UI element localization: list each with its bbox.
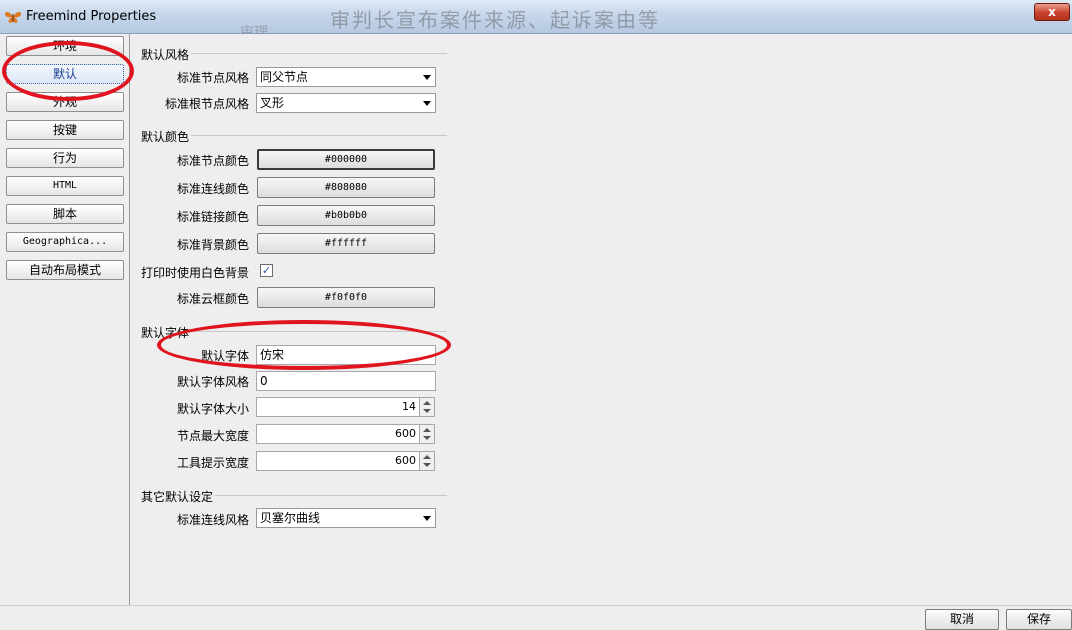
font-size-spinner[interactable]: 14 bbox=[256, 397, 435, 417]
font-style-label: 默认字体风格 bbox=[176, 375, 249, 389]
close-icon: x bbox=[1048, 5, 1056, 19]
butterfly-icon bbox=[5, 12, 21, 23]
nav-button-scripting[interactable]: 脚本 bbox=[6, 204, 124, 224]
section-divider bbox=[191, 53, 447, 54]
section-title-font: 默认字体 bbox=[141, 326, 190, 340]
print-white-background-label: 打印时使用白色背景 bbox=[140, 266, 249, 280]
cancel-button[interactable]: 取消 bbox=[925, 609, 999, 630]
nav-button-html[interactable]: HTML bbox=[6, 176, 124, 196]
font-field[interactable]: 仿宋 bbox=[256, 345, 436, 365]
tooltip-width-label: 工具提示宽度 bbox=[176, 456, 249, 470]
title-bar: Freemind Properties 审判长宣布案件来源、起诉案由等 审理 x bbox=[0, 0, 1072, 41]
spin-up-icon[interactable] bbox=[423, 428, 431, 432]
save-button[interactable]: 保存 bbox=[1006, 609, 1072, 630]
node-style-select[interactable]: 同父节点 bbox=[256, 67, 436, 87]
section-title-style: 默认风格 bbox=[141, 48, 190, 62]
tooltip-width-spinner[interactable]: 600 bbox=[256, 451, 435, 471]
background-color-button[interactable]: #ffffff bbox=[257, 233, 435, 254]
nav-button-keys[interactable]: 按键 bbox=[6, 120, 124, 140]
section-divider bbox=[215, 495, 447, 496]
background-color-label: 标准背景颜色 bbox=[176, 238, 249, 252]
font-label: 默认字体 bbox=[200, 349, 249, 363]
root-style-label: 标准根节点风格 bbox=[164, 97, 249, 111]
root-style-value: 叉形 bbox=[260, 96, 285, 110]
chevron-down-icon bbox=[423, 101, 431, 106]
nav-button-environment[interactable]: 环境 bbox=[6, 36, 124, 56]
nav-button-behavior[interactable]: 行为 bbox=[6, 148, 124, 168]
edge-color-label: 标准连线颜色 bbox=[176, 182, 249, 196]
checkmark-icon: ✓ bbox=[261, 264, 272, 277]
node-style-label: 标准节点风格 bbox=[176, 71, 249, 85]
edge-style-select[interactable]: 贝塞尔曲线 bbox=[256, 508, 436, 528]
spinner-arrows[interactable] bbox=[419, 425, 434, 443]
root-style-select[interactable]: 叉形 bbox=[256, 93, 436, 113]
link-color-label: 标准链接颜色 bbox=[176, 210, 249, 224]
cloud-color-button[interactable]: #f0f0f0 bbox=[257, 287, 435, 308]
link-color-button[interactable]: #b0b0b0 bbox=[257, 205, 435, 226]
background-window-text: 审判长宣布案件来源、起诉案由等 bbox=[330, 8, 660, 32]
spin-up-icon[interactable] bbox=[423, 455, 431, 459]
cloud-color-label: 标准云框颜色 bbox=[176, 292, 249, 306]
spin-down-icon[interactable] bbox=[423, 436, 431, 440]
nav-button-appearance[interactable]: 外观 bbox=[6, 92, 124, 112]
edge-color-button[interactable]: #808080 bbox=[257, 177, 435, 198]
node-color-label: 标准节点颜色 bbox=[176, 154, 249, 168]
edge-style-value: 贝塞尔曲线 bbox=[260, 511, 321, 525]
section-title-colors: 默认颜色 bbox=[141, 130, 190, 144]
defaults-panel: 默认风格 标准节点风格 同父节点 标准根节点风格 叉形 默认颜色 标准节点颜色 … bbox=[131, 34, 1072, 605]
spin-up-icon[interactable] bbox=[423, 401, 431, 405]
nav-button-defaults[interactable]: 默认 bbox=[6, 64, 124, 84]
spinner-arrows[interactable] bbox=[419, 398, 434, 416]
node-max-width-value: 600 bbox=[395, 427, 416, 440]
node-max-width-spinner[interactable]: 600 bbox=[256, 424, 435, 444]
node-color-button[interactable]: #000000 bbox=[257, 149, 435, 170]
window-title: Freemind Properties bbox=[26, 9, 157, 24]
edge-style-label: 标准连线风格 bbox=[176, 513, 249, 527]
font-size-value: 14 bbox=[402, 400, 416, 413]
node-style-value: 同父节点 bbox=[260, 70, 309, 84]
section-title-other: 其它默认设定 bbox=[141, 490, 214, 504]
node-max-width-label: 节点最大宽度 bbox=[176, 429, 249, 443]
font-size-label: 默认字体大小 bbox=[176, 402, 249, 416]
spinner-arrows[interactable] bbox=[419, 452, 434, 470]
spin-down-icon[interactable] bbox=[423, 463, 431, 467]
nav-button-auto-layout[interactable]: 自动布局模式 bbox=[6, 260, 124, 280]
chevron-down-icon bbox=[423, 516, 431, 521]
dialog-footer: 取消 保存 bbox=[0, 605, 1072, 630]
section-divider bbox=[191, 135, 447, 136]
tooltip-width-value: 600 bbox=[395, 454, 416, 467]
close-button[interactable]: x bbox=[1034, 3, 1070, 21]
spin-down-icon[interactable] bbox=[423, 409, 431, 413]
category-sidebar: 环境 默认 外观 按键 行为 HTML 脚本 Geographica... 自动… bbox=[0, 34, 130, 605]
nav-button-geographica[interactable]: Geographica... bbox=[6, 232, 124, 252]
section-divider bbox=[191, 331, 447, 332]
print-white-background-checkbox[interactable]: ✓ bbox=[260, 264, 273, 277]
chevron-down-icon bbox=[423, 75, 431, 80]
font-style-field[interactable]: 0 bbox=[256, 371, 436, 391]
